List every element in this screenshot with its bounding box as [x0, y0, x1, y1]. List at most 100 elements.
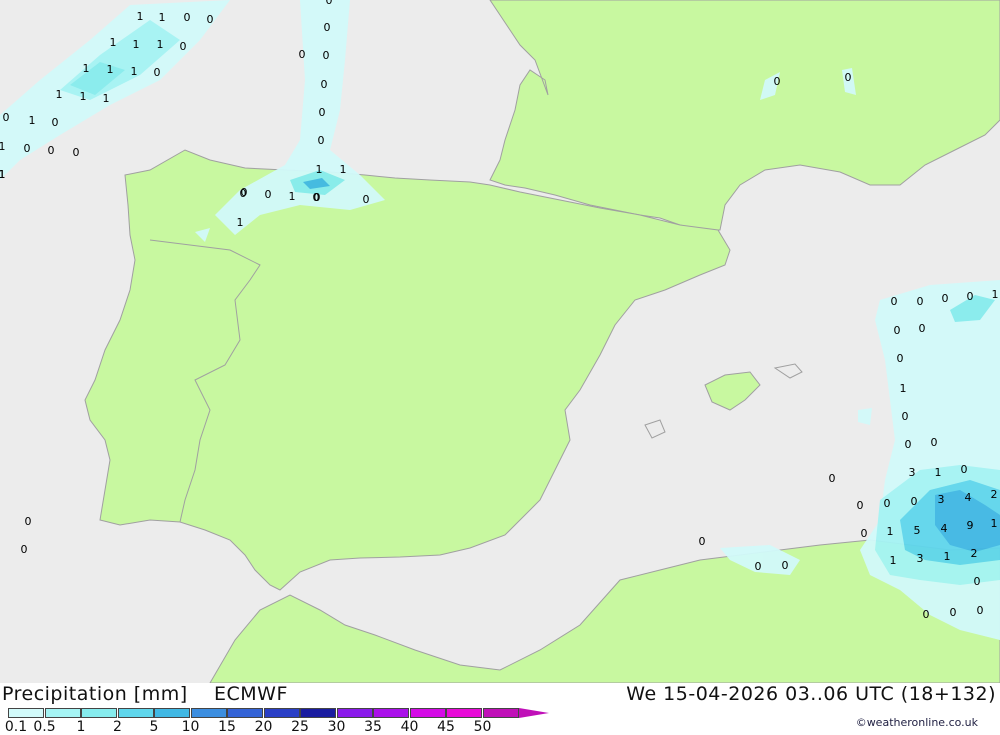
value-label: 1	[0, 140, 6, 153]
legend-swatch	[190, 708, 227, 718]
value-label: 0	[180, 40, 187, 53]
value-label: 5	[914, 524, 921, 537]
value-label: 0	[313, 191, 320, 204]
value-label: 0	[324, 21, 331, 34]
value-label: 1	[133, 38, 140, 51]
value-label: 4	[941, 522, 948, 535]
value-label: 4	[965, 491, 972, 504]
legend-swatch	[44, 708, 81, 718]
model-name: ECMWF	[214, 683, 288, 705]
value-label: 0	[902, 410, 909, 423]
value-label: 1	[80, 90, 87, 103]
value-label: 0	[974, 575, 981, 588]
value-label: 0	[241, 186, 248, 199]
value-label: 0	[967, 290, 974, 303]
value-label: 0	[363, 193, 370, 206]
value-label: 1	[29, 114, 36, 127]
value-label: 1	[103, 92, 110, 105]
chart-title: Precipitation [mm]	[2, 683, 188, 705]
legend-swatch	[117, 708, 154, 718]
legend-swatch	[446, 708, 482, 718]
value-label: 1	[991, 517, 998, 530]
value-label: 1	[992, 288, 999, 301]
value-label: 0	[774, 75, 781, 88]
value-label: 0	[857, 499, 864, 512]
value-label: 1	[83, 62, 90, 75]
valid-time: We 15-04-2026 03..06 UTC (18+132)	[626, 683, 996, 705]
value-label: 3	[938, 493, 945, 506]
value-label: 0	[923, 608, 930, 621]
value-label: 0	[977, 604, 984, 617]
value-label: 0	[24, 142, 31, 155]
value-label: 0	[950, 606, 957, 619]
value-label: 1	[887, 525, 894, 538]
value-label: 1	[56, 88, 63, 101]
legend-swatch	[154, 708, 190, 718]
value-label: 0	[326, 0, 333, 7]
value-label: 1	[237, 216, 244, 229]
value-label: 0	[961, 463, 968, 476]
value-label: 0	[845, 71, 852, 84]
value-label: 0	[21, 543, 28, 556]
legend-swatch	[373, 708, 409, 718]
value-label: 0	[207, 13, 214, 26]
value-label: 1	[110, 36, 117, 49]
legend-swatch	[227, 708, 263, 718]
value-label: 1	[131, 65, 138, 78]
value-label: 0	[884, 497, 891, 510]
value-label: 0	[48, 144, 55, 157]
value-label: 9	[967, 519, 974, 532]
value-label: 0	[3, 111, 10, 124]
value-label: 0	[154, 66, 161, 79]
legend-arrow-icon	[519, 708, 549, 718]
value-label: 0	[318, 134, 325, 147]
value-label: 0	[919, 322, 926, 335]
value-label: 2	[971, 547, 978, 560]
value-label: 1	[107, 63, 114, 76]
legend-swatch	[300, 708, 336, 718]
value-label: 0	[931, 436, 938, 449]
value-label: 0	[861, 527, 868, 540]
value-label: 0	[25, 515, 32, 528]
value-label: 0	[323, 49, 330, 62]
value-label: 0	[905, 438, 912, 451]
value-label: 0	[699, 535, 706, 548]
value-label: 1	[157, 38, 164, 51]
value-label: 1	[0, 168, 6, 181]
legend-swatch	[8, 708, 44, 718]
value-label: 0	[894, 324, 901, 337]
value-label: 0	[73, 146, 80, 159]
legend-swatch	[263, 708, 300, 718]
value-label: 0	[755, 560, 762, 573]
value-label: 1	[289, 190, 296, 203]
value-label: 1	[935, 466, 942, 479]
legend-swatch	[81, 708, 117, 718]
value-label: 0	[829, 472, 836, 485]
value-label: 3	[917, 552, 924, 565]
legend-swatch	[482, 708, 519, 718]
value-label: 1	[137, 10, 144, 23]
legend-swatch	[336, 708, 373, 718]
legend-swatch	[409, 708, 446, 718]
value-label: 0	[299, 48, 306, 61]
value-label: 1	[890, 554, 897, 567]
value-label: 0	[184, 11, 191, 24]
value-label: 0	[265, 188, 272, 201]
value-label: 1	[900, 382, 907, 395]
value-label: 0	[782, 559, 789, 572]
value-label: 0	[897, 352, 904, 365]
value-label: 0	[942, 292, 949, 305]
value-label: 0	[917, 295, 924, 308]
precipitation-map: 1 1 0 0 1 1 1 0 1 1 1 0 1 1 1 1 0 0 1 1 …	[0, 0, 1000, 684]
value-label: 3	[909, 466, 916, 479]
map-footer: Precipitation [mm] ECMWF We 15-04-2026 0…	[0, 683, 1000, 735]
value-label: 0	[891, 295, 898, 308]
value-label: 1	[944, 550, 951, 563]
value-label: 0	[911, 495, 918, 508]
value-label: 0	[52, 116, 59, 129]
credit-link[interactable]: ©weatheronline.co.uk	[856, 716, 978, 729]
value-label: 0	[319, 106, 326, 119]
value-label: 1	[340, 163, 347, 176]
value-label: 2	[991, 488, 998, 501]
value-label: 1	[159, 11, 166, 24]
